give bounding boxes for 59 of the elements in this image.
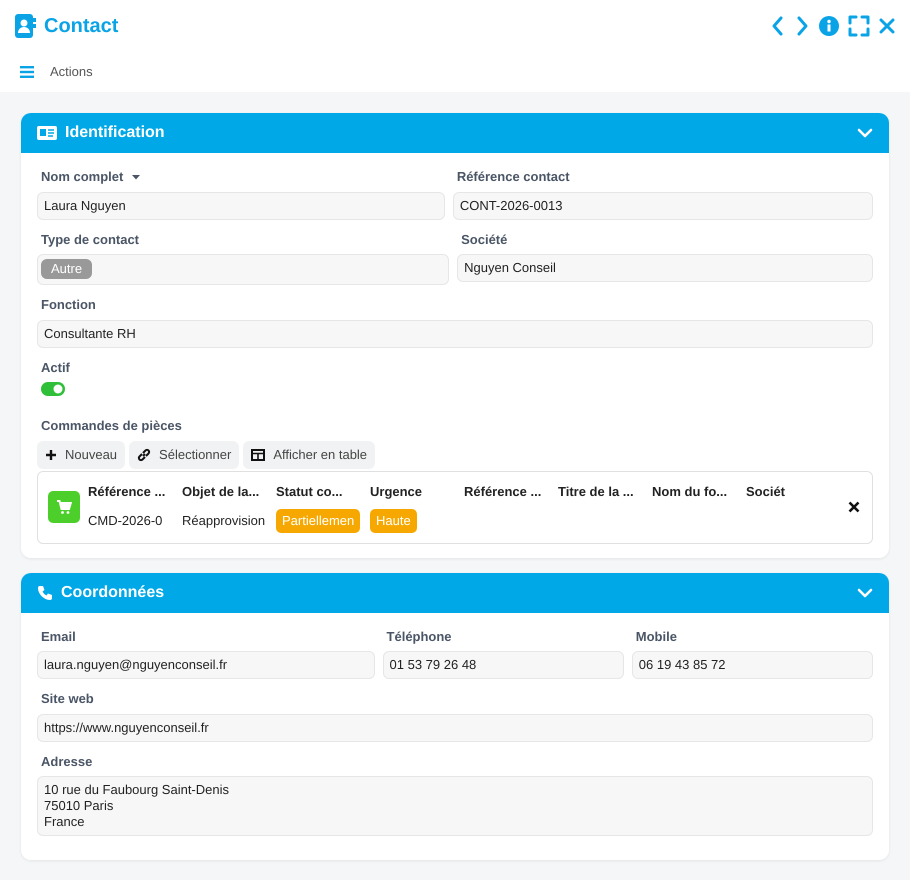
- link-icon: [137, 448, 152, 462]
- status-badge: Haute: [370, 509, 417, 532]
- column-header: Statut co...: [276, 484, 342, 498]
- input-field[interactable]: laura.nguyen@nguyenconseil.fr: [37, 651, 375, 679]
- field-label: Fonction: [41, 296, 96, 314]
- input-field[interactable]: Laura Nguyen: [37, 192, 445, 220]
- field-label: Type de contact: [41, 230, 140, 249]
- table-cell: Réapprovision: [182, 513, 266, 528]
- column-header: Urgence: [370, 484, 422, 498]
- caret-icon[interactable]: [131, 174, 142, 180]
- column-header: Nom du fo...: [652, 484, 728, 498]
- section-title: Identification: [65, 123, 165, 143]
- close-icon[interactable]: [878, 17, 896, 35]
- address-field[interactable]: 10 rue du Faubourg Saint-Denis 75010 Paris France: [37, 776, 873, 836]
- input-field[interactable]: 06 19 43 85 72: [632, 651, 873, 679]
- menu-icon: [20, 66, 34, 78]
- field-label: Email: [41, 628, 76, 646]
- input-field[interactable]: CONT-2026-0013: [452, 192, 873, 220]
- field-label: Actif: [41, 358, 70, 376]
- field-label: Société: [461, 230, 508, 248]
- tag: Autre: [41, 259, 92, 279]
- input-field[interactable]: https://www.nguyenconseil.fr: [37, 714, 873, 742]
- remove-icon[interactable]: [848, 501, 860, 513]
- input-field[interactable]: 01 53 79 26 48: [382, 651, 624, 679]
- input-field[interactable]: Consultante RH: [37, 320, 873, 348]
- section-title: Coordonnées: [61, 582, 164, 602]
- toggle-switch[interactable]: [41, 382, 65, 396]
- status-badge: Partiellemen: [276, 509, 360, 532]
- fullscreen-icon[interactable]: [848, 15, 870, 37]
- column-header: Titre de la ...: [558, 484, 634, 498]
- field-label: Référence contact: [456, 168, 570, 186]
- plus-icon: [45, 448, 57, 460]
- input-field[interactable]: Nguyen Conseil: [457, 254, 874, 282]
- actions-label: Actions: [50, 63, 93, 82]
- column-header: Référence ...: [464, 484, 542, 498]
- column-header: Objet de la...: [182, 484, 260, 498]
- cart-icon: [48, 491, 80, 523]
- column-header: Sociét: [746, 484, 786, 498]
- info-icon[interactable]: [818, 15, 840, 37]
- table-cell: CMD-2026-0: [88, 513, 162, 528]
- subpanel-label: Commandes de pièces: [41, 417, 182, 435]
- field-label: Adresse: [41, 752, 92, 770]
- toolbar-button[interactable]: Sélectionner: [129, 440, 240, 468]
- field-label: Site web: [41, 690, 94, 708]
- contact-book-icon: [14, 14, 36, 38]
- order-row[interactable]: Référence ... Objet de la... Statut co... Urgence Référence ... Titre de la ... Nom du fo... Sociét CMD-2026-0 Réapprovision Partiellemen Haute: [37, 470, 873, 544]
- actions-menu[interactable]: Actions: [20, 62, 93, 82]
- field-label: Nom complet: [41, 168, 124, 186]
- toolbar-button[interactable]: Afficher en table: [243, 440, 376, 468]
- field-label: Téléphone: [386, 628, 452, 646]
- table-icon: [251, 448, 266, 460]
- id-card-icon: [37, 125, 57, 141]
- field-label: Mobile: [636, 628, 677, 646]
- chevron-icon[interactable]: [857, 126, 873, 140]
- window-title: Contact: [44, 14, 118, 39]
- toolbar-button[interactable]: Nouveau: [37, 440, 126, 468]
- chevron-icon[interactable]: [857, 586, 873, 600]
- phone-icon: [37, 584, 53, 600]
- column-header: Référence ...: [88, 484, 166, 498]
